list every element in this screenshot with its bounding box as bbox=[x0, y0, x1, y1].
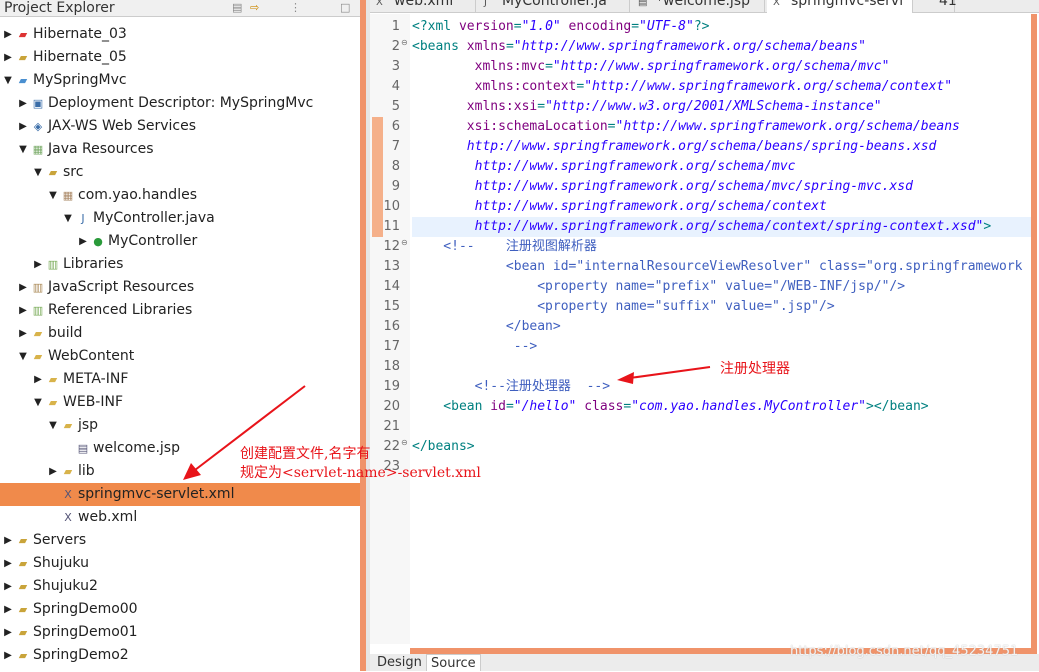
annotation-arrows bbox=[183, 366, 711, 480]
handler-annotation: 注册处理器 bbox=[720, 361, 790, 377]
handler-arrowhead bbox=[617, 372, 634, 384]
handler-arrow bbox=[629, 366, 711, 379]
watermark: https://blog.csdn.net/qq_45234751 bbox=[790, 644, 1019, 659]
config-annotation-line2: 规定为<servlet-name>-servlet.xml bbox=[240, 465, 481, 481]
config-annotation-line1: 创建配置文件,名字有 bbox=[240, 446, 371, 462]
config-arrowhead bbox=[183, 463, 201, 480]
